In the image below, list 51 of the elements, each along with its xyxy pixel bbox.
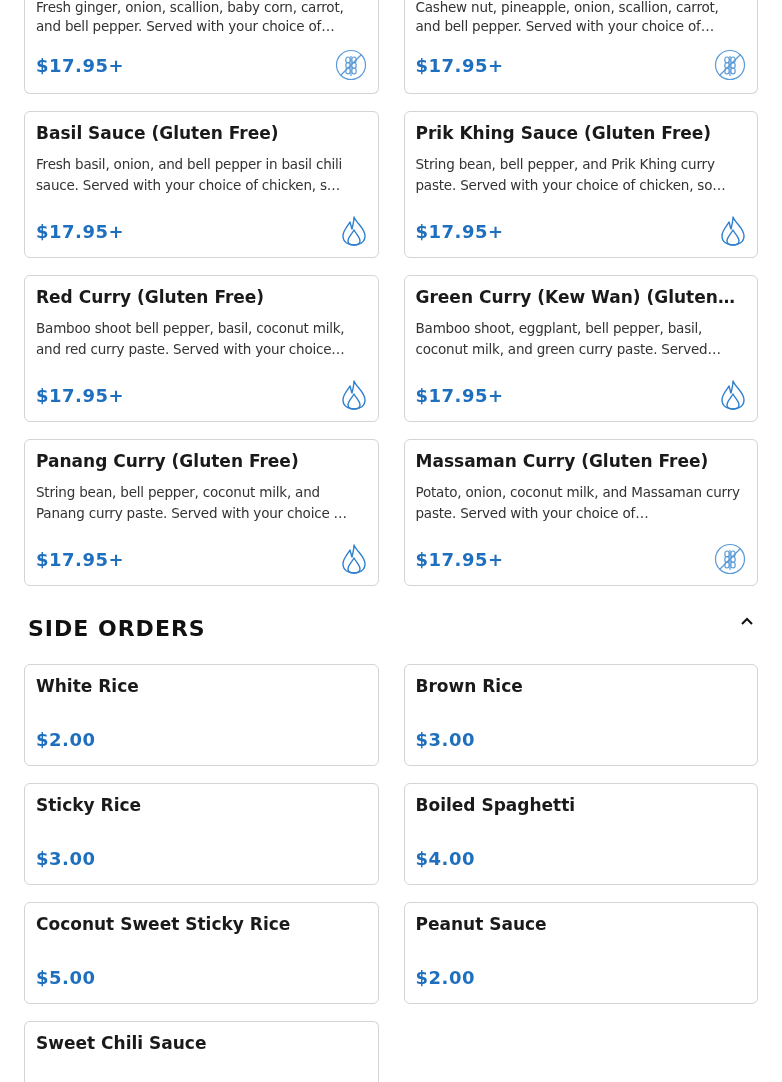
menu-card[interactable]: Fresh ginger, onion, scallion, baby corn, carrot, and bell pepper. Served with your choice of… $17.95+	[24, 0, 379, 94]
item-title: White Rice	[36, 675, 140, 698]
menu-card[interactable]: Boiled Spaghetti $4.00	[403, 783, 758, 885]
item-title: Coconut Sweet Sticky Rice	[36, 913, 292, 936]
item-description: Bamboo shoot bell pepper, basil, coconut milk, and red curry paste. Served with your choice…	[36, 319, 346, 359]
price: $17.95+	[36, 547, 125, 572]
menu-card[interactable]: Sticky Rice $3.00	[24, 783, 379, 885]
item-description: String bean, bell pepper, coconut milk, and Panang curry paste. Served with your choice …	[36, 483, 348, 523]
menu-card[interactable]: Cashew nut, pineapple, onion, scallion, carrot, and bell pepper. Served with your choice of… $17.95+	[403, 0, 758, 94]
item-description: Cashew nut, pineapple, onion, scallion, carrot, and bell pepper. Served with your choice of…	[415, 0, 720, 36]
menu-card[interactable]: Sweet Chili Sauce	[24, 1021, 379, 1082]
item-title: Basil Sauce (Gluten Free)	[36, 122, 280, 145]
item-description: Bamboo shoot, eggplant, bell pepper, basil, coconut milk, and green curry paste. Served…	[415, 319, 722, 359]
menu-card[interactable]: White Rice $2.00	[24, 664, 379, 766]
price: $3.00	[36, 846, 96, 871]
item-title: Massaman Curry (Gluten Free)	[415, 450, 710, 473]
item-description: Fresh basil, onion, and bell pepper in basil chili sauce. Served with your choice of chicken, s…	[36, 155, 344, 195]
menu-card[interactable]: Green Curry (Kew Wan) (Gluten… Bamboo shoot, eggplant, bell pepper, basil, coconut milk, and green curry paste. Served… $17.95+	[403, 275, 758, 422]
price: $17.95+	[36, 383, 125, 408]
item-title: Prik Khing Sauce (Gluten Free)	[415, 122, 713, 145]
price: $17.95+	[36, 219, 125, 244]
price: $17.95+	[415, 53, 504, 78]
menu-card[interactable]: Massaman Curry (Gluten Free) Potato, onion, coconut milk, and Massaman curry paste. Served with your choice of… $17.95+	[403, 439, 758, 586]
item-title: Panang Curry (Gluten Free)	[36, 450, 300, 473]
item-description: Potato, onion, coconut milk, and Massaman curry paste. Served with your choice of…	[415, 483, 741, 523]
menu-card[interactable]: Basil Sauce (Gluten Free) Fresh basil, onion, and bell pepper in basil chili sauce. Served with your choice of chicken, s… $17.95+	[24, 111, 379, 258]
menu-card[interactable]: Brown Rice $3.00	[403, 664, 758, 766]
menu-card[interactable]: Red Curry (Gluten Free) Bamboo shoot bell pepper, basil, coconut milk, and red curry paste. Served with your choice… $17.95+	[24, 275, 379, 422]
price: $17.95+	[415, 547, 504, 572]
menu-card[interactable]: Prik Khing Sauce (Gluten Free) String bean, bell pepper, and Prik Khing curry paste. Served with your choice of chicken, so… $17.95+	[403, 111, 758, 258]
item-description: String bean, bell pepper, and Prik Khing curry paste. Served with your choice of chicken, so…	[415, 155, 727, 195]
price: $17.95+	[415, 383, 504, 408]
price: $17.95+	[415, 219, 504, 244]
item-title: Sweet Chili Sauce	[36, 1032, 208, 1055]
price: $3.00	[415, 727, 475, 752]
item-title: Brown Rice	[415, 675, 524, 698]
section-title: SIDE ORDERS	[28, 614, 206, 643]
item-title: Peanut Sauce	[415, 913, 548, 936]
price: $4.00	[415, 846, 475, 871]
item-title: Boiled Spaghetti	[415, 794, 577, 817]
menu-card[interactable]: Panang Curry (Gluten Free) String bean, bell pepper, coconut milk, and Panang curry paste. Served with your choice … $17.95+	[24, 439, 379, 586]
item-title: Red Curry (Gluten Free)	[36, 286, 266, 309]
price: $17.95+	[36, 53, 125, 78]
price: $5.00	[36, 965, 96, 990]
item-title: Sticky Rice	[36, 794, 143, 817]
menu-card[interactable]: Coconut Sweet Sticky Rice $5.00	[24, 902, 379, 1004]
price: $2.00	[36, 727, 96, 752]
price: $2.00	[415, 965, 475, 990]
item-description: Fresh ginger, onion, scallion, baby corn, carrot, and bell pepper. Served with your choice of…	[36, 0, 345, 36]
menu-card[interactable]: Peanut Sauce $2.00	[403, 902, 758, 1004]
item-title: Green Curry (Kew Wan) (Gluten…	[415, 286, 736, 309]
